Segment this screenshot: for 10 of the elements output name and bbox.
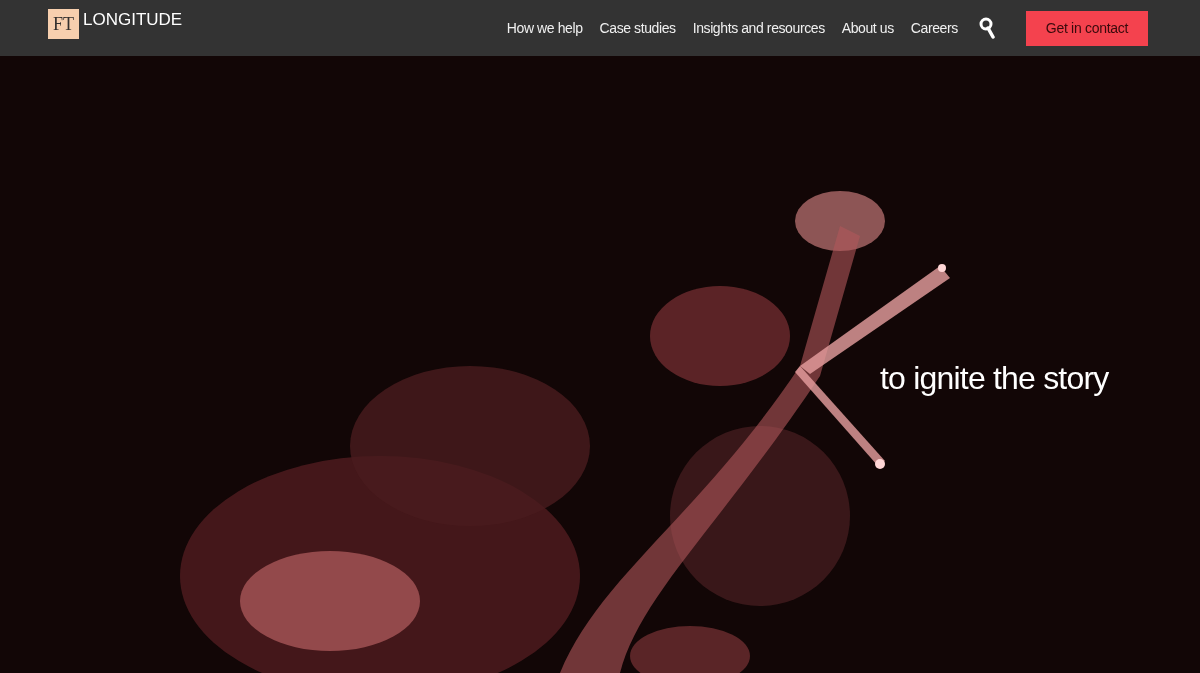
contact-button[interactable]: Get in contact [1025,10,1148,46]
logo-text[interactable]: LONGITUDE [83,9,183,31]
nav-link[interactable]: Case studies [599,20,676,36]
logo-mark[interactable]: FT [48,9,79,39]
nav-link[interactable]: About us [841,20,894,36]
hero-caption: to ignite the story [880,360,1109,397]
nav-link[interactable]: Insights and resources [692,20,825,36]
search-icon[interactable] [978,17,995,39]
nav-link[interactable]: Careers [910,20,958,36]
nav-link[interactable]: How we help [506,20,583,36]
